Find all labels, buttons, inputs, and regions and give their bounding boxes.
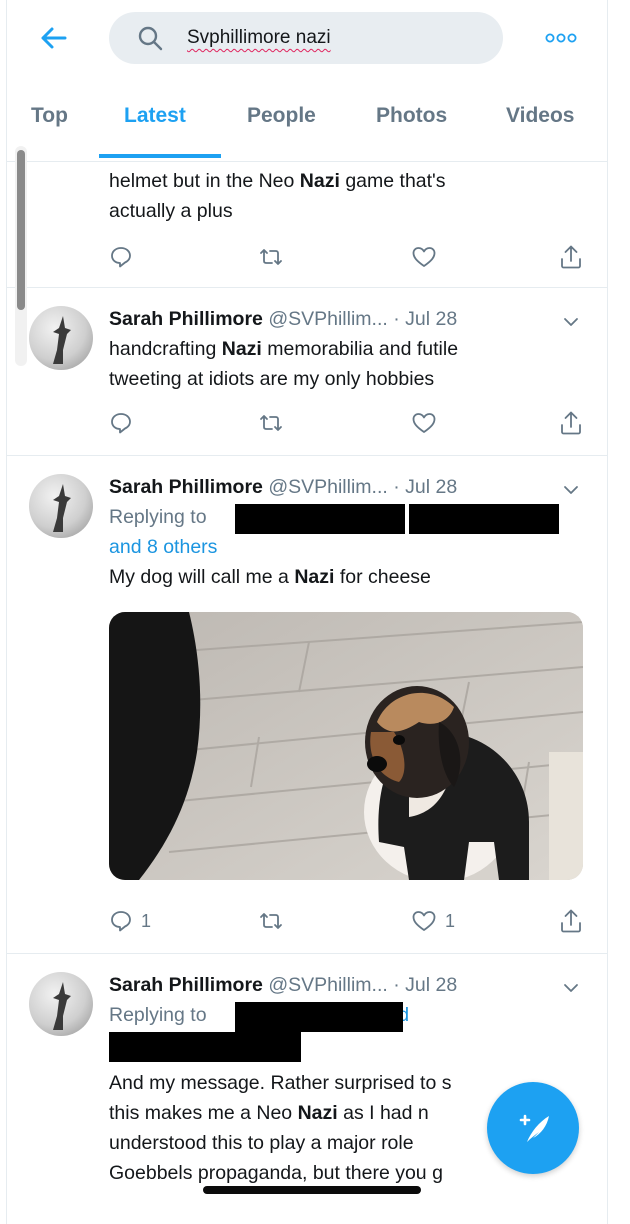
back-button[interactable] [33,18,73,58]
author-handle[interactable]: @SVPhillim... [268,308,388,330]
retweet-icon [260,249,282,265]
author-handle[interactable]: @SVPhillim... [268,974,388,996]
active-tab-indicator [99,154,221,158]
avatar[interactable] [29,306,93,370]
share-button[interactable] [559,406,583,440]
tweet-actions: 1 1 [109,904,583,938]
share-button[interactable] [559,904,583,938]
share-icon [561,245,581,269]
like-button[interactable] [411,406,437,440]
retweet-icon [260,913,282,929]
reply-button[interactable] [109,406,133,440]
reply-others-link[interactable]: and 8 others [109,532,583,562]
redaction-bar [109,1032,301,1062]
more-dots-icon [545,33,577,43]
tweet-text-line: My dog will call me a Nazi for cheese [109,566,431,588]
tweet-2[interactable]: Sarah Phillimore @SVPhillim... · Jul 28 … [7,288,607,456]
dog-photo-image [109,612,583,880]
retweet-icon [260,415,282,431]
tweet-header: Sarah Phillimore @SVPhillim... · Jul 28 [109,476,458,498]
like-button[interactable]: 1 [411,904,455,938]
retweet-button[interactable] [257,406,285,440]
chevron-down-icon[interactable] [559,478,583,502]
tweet-1[interactable]: helmet but in the Neo Nazi game that's a… [7,162,607,288]
search-field[interactable]: Svphillimore nazi [109,12,503,64]
home-indicator[interactable] [203,1186,421,1194]
tweet-header: Sarah Phillimore @SVPhillim... · Jul 28 [109,308,458,330]
like-button[interactable] [411,240,437,274]
redaction-bar [235,1002,403,1032]
scrollbar-thumb[interactable] [17,150,25,310]
author-handle[interactable]: @SVPhillim... [268,476,388,498]
retweet-button[interactable] [257,240,285,274]
author-name[interactable]: Sarah Phillimore [109,974,263,996]
compose-tweet-button[interactable] [487,1082,579,1174]
heart-icon [412,911,436,931]
tweet-text-line: helmet but in the Neo Nazi game that's [109,170,446,192]
chevron-down-icon[interactable] [559,310,583,334]
reply-icon [111,247,131,268]
replying-to: Replying to [109,1004,207,1026]
tweet-text-line: actually a plus [109,200,233,222]
tweet-text-line: tweeting at idiots are my only hobbies [109,368,435,390]
heart-icon [412,413,436,433]
search-icon [135,23,165,53]
heart-icon [412,247,436,267]
share-icon [561,909,581,933]
redaction-bar [409,504,559,534]
search-tabs: Top Latest People Photos Videos [7,82,607,162]
tweet-date[interactable]: Jul 28 [405,476,457,498]
author-name[interactable]: Sarah Phillimore [109,476,263,498]
author-name[interactable]: Sarah Phillimore [109,308,263,330]
reply-icon [111,911,131,932]
tweet-actions [109,240,583,274]
avatar[interactable] [29,474,93,538]
reply-count: 1 [141,910,152,931]
tweet-header: Sarah Phillimore @SVPhillim... · Jul 28 [109,974,458,996]
tweet-date[interactable]: Jul 28 [405,974,457,996]
tweet-text-line: handcrafting Nazi memorabilia and futile [109,338,459,360]
more-options-button[interactable] [537,20,585,56]
reply-button[interactable] [109,240,133,274]
tab-people[interactable]: People [247,104,316,128]
chevron-down-icon[interactable] [559,976,583,1000]
like-count: 1 [445,910,456,931]
search-query[interactable]: Svphillimore nazi [187,27,331,49]
avatar[interactable] [29,972,93,1036]
twitter-app-frame: Svphillimore nazi Top Latest People Phot… [6,0,608,1224]
redaction-bar [235,504,405,534]
back-arrow-icon [41,27,67,49]
reply-button[interactable]: 1 [109,904,151,938]
share-button[interactable] [559,240,583,274]
tweet-actions [109,406,583,440]
reply-icon [111,413,131,434]
tab-videos[interactable]: Videos [506,104,574,128]
tab-photos[interactable]: Photos [376,104,447,128]
tab-latest[interactable]: Latest [124,104,186,128]
tweet-photo-dog[interactable] [109,612,583,880]
search-header: Svphillimore nazi [7,0,607,78]
tweet-date[interactable]: Jul 28 [405,308,457,330]
share-icon [561,411,581,435]
retweet-button[interactable] [257,904,285,938]
tab-top[interactable]: Top [31,104,68,128]
compose-feather-icon [519,1114,549,1142]
